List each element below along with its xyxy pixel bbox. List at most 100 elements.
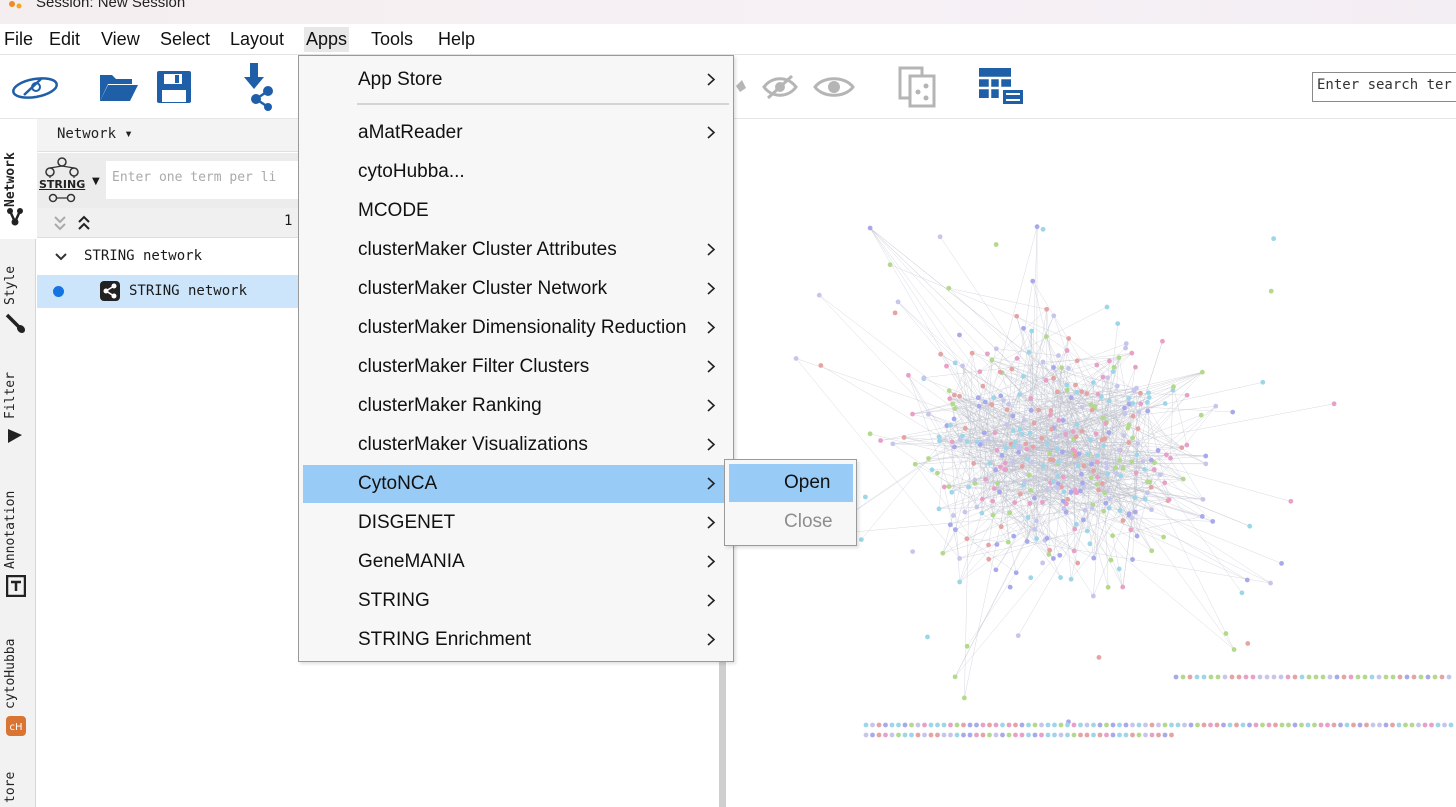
network-node[interactable]	[1066, 336, 1072, 341]
network-node[interactable]	[1357, 722, 1363, 728]
network-node[interactable]	[1149, 548, 1155, 554]
network-node[interactable]	[1320, 674, 1326, 680]
network-node[interactable]	[948, 732, 953, 738]
network-node[interactable]	[896, 722, 901, 728]
network-node[interactable]	[961, 732, 966, 738]
network-node[interactable]	[1017, 392, 1023, 397]
network-node[interactable]	[960, 363, 966, 369]
network-node[interactable]	[910, 411, 915, 417]
network-node[interactable]	[901, 435, 907, 440]
network-node[interactable]	[1122, 405, 1127, 411]
menu-item-cytohubba[interactable]: cytoHubba...	[303, 153, 730, 191]
network-node[interactable]	[1201, 674, 1207, 680]
network-node[interactable]	[1111, 364, 1117, 370]
network-node[interactable]	[985, 437, 991, 443]
menu-item-clustermaker-dimensionality-reduction[interactable]: clusterMaker Dimensionality Reduction	[303, 309, 730, 347]
network-node[interactable]	[1142, 466, 1147, 472]
network-node[interactable]	[1214, 722, 1220, 728]
network-node[interactable]	[1021, 325, 1026, 331]
network-node[interactable]	[1006, 401, 1011, 407]
network-node[interactable]	[1028, 487, 1034, 493]
network-node[interactable]	[1264, 674, 1270, 680]
network-node[interactable]	[1429, 722, 1434, 728]
network-node[interactable]	[1010, 459, 1016, 465]
network-node[interactable]	[946, 484, 952, 489]
network-node[interactable]	[999, 453, 1005, 458]
network-node[interactable]	[862, 494, 868, 500]
network-node[interactable]	[1066, 365, 1071, 371]
network-node[interactable]	[1305, 722, 1311, 728]
network-node[interactable]	[1005, 539, 1011, 545]
network-node[interactable]	[1015, 633, 1021, 639]
network-node[interactable]	[949, 489, 955, 495]
network-node[interactable]	[1061, 489, 1067, 495]
network-node[interactable]	[1101, 443, 1107, 448]
network-node[interactable]	[1032, 732, 1038, 738]
network-node[interactable]	[1110, 722, 1116, 728]
network-node[interactable]	[1028, 396, 1034, 401]
network-node[interactable]	[957, 332, 962, 338]
network-node[interactable]	[1136, 409, 1142, 415]
network-node[interactable]	[876, 732, 882, 738]
network-node[interactable]	[1390, 722, 1395, 728]
menu-help[interactable]: Help	[436, 27, 477, 52]
network-node[interactable]	[1050, 479, 1056, 485]
network-node[interactable]	[1061, 506, 1067, 511]
network-node[interactable]	[925, 634, 930, 640]
network-node[interactable]	[1047, 547, 1053, 553]
network-node[interactable]	[1404, 674, 1410, 680]
network-node[interactable]	[1091, 732, 1096, 738]
network-node[interactable]	[1073, 382, 1078, 388]
network-node[interactable]	[987, 460, 993, 466]
network-node[interactable]	[1053, 434, 1059, 440]
menu-item-clustermaker-ranking[interactable]: clusterMaker Ranking	[303, 387, 730, 425]
network-node[interactable]	[1006, 732, 1012, 738]
network-node[interactable]	[1011, 533, 1017, 539]
network-node[interactable]	[962, 509, 968, 515]
network-node[interactable]	[1173, 674, 1179, 680]
network-node[interactable]	[928, 732, 934, 738]
network-node[interactable]	[966, 484, 972, 490]
network-node[interactable]	[967, 722, 973, 728]
network-node[interactable]	[1051, 313, 1057, 319]
network-node[interactable]	[980, 383, 986, 389]
network-node[interactable]	[993, 722, 999, 728]
network-node[interactable]	[1285, 674, 1291, 680]
network-node[interactable]	[1299, 722, 1304, 728]
menu-layout[interactable]: Layout	[228, 27, 286, 52]
network-node[interactable]	[1044, 306, 1050, 312]
network-node[interactable]	[1198, 412, 1204, 418]
network-node[interactable]	[1169, 722, 1174, 728]
network-node[interactable]	[1084, 732, 1090, 738]
network-node[interactable]	[985, 351, 990, 357]
network-node[interactable]	[1260, 722, 1265, 728]
network-node[interactable]	[1257, 674, 1263, 680]
network-node[interactable]	[1025, 514, 1031, 520]
network-node[interactable]	[941, 484, 947, 490]
network-node[interactable]	[1102, 490, 1108, 496]
network-node[interactable]	[1140, 458, 1146, 464]
tab-network[interactable]: Network	[0, 119, 36, 239]
network-node[interactable]	[1013, 732, 1018, 738]
network-node[interactable]	[1149, 722, 1155, 728]
network-node[interactable]	[1094, 459, 1100, 465]
network-node[interactable]	[1253, 722, 1259, 728]
network-node[interactable]	[1236, 674, 1242, 680]
network-node[interactable]	[1138, 401, 1144, 407]
network-node[interactable]	[935, 470, 940, 476]
network-node[interactable]	[921, 375, 927, 381]
network-node[interactable]	[964, 536, 970, 542]
network-node[interactable]	[1024, 539, 1030, 544]
network-node[interactable]	[1040, 463, 1046, 469]
network-node[interactable]	[1162, 732, 1168, 738]
network-node[interactable]	[1081, 517, 1086, 523]
network-node[interactable]	[1057, 552, 1063, 558]
network-node[interactable]	[1163, 452, 1169, 458]
tab-style[interactable]: Style	[0, 249, 36, 349]
network-node[interactable]	[867, 225, 873, 231]
network-node[interactable]	[1065, 722, 1070, 728]
network-node[interactable]	[1120, 518, 1126, 523]
network-node[interactable]	[1004, 407, 1010, 412]
network-node[interactable]	[1085, 451, 1091, 457]
network-node[interactable]	[1014, 313, 1020, 319]
